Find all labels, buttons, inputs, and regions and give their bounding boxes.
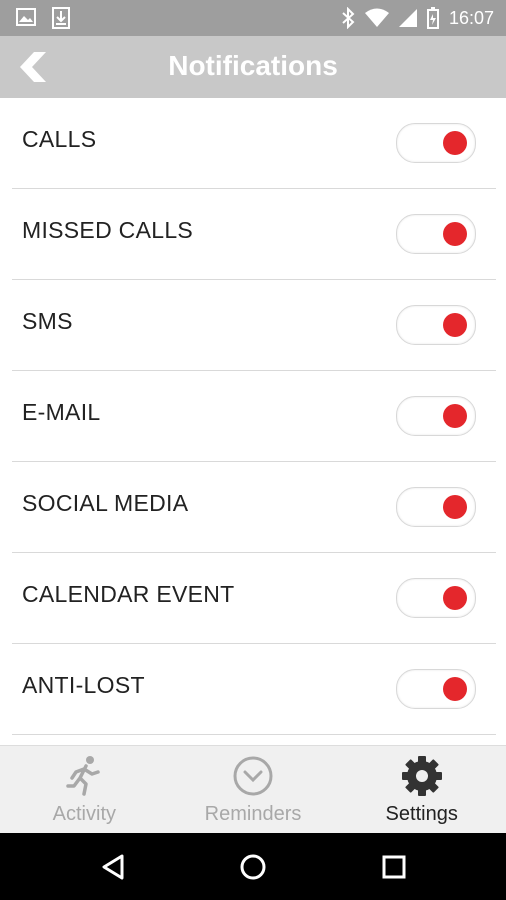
toggle-knob: [443, 495, 467, 519]
notification-list: CALLS MISSED CALLS SMS E-MAIL SOCIAL MED…: [0, 98, 506, 735]
sms-toggle[interactable]: [396, 305, 476, 345]
toggle-knob: [443, 586, 467, 610]
list-item-label: ANTI-LOST: [22, 672, 145, 698]
square-recents-icon: [382, 855, 406, 879]
list-item-sms: SMS: [0, 280, 506, 371]
toggle-knob: [443, 677, 467, 701]
toggle-knob: [443, 313, 467, 337]
tab-label: Settings: [385, 803, 458, 825]
tab-reminders[interactable]: Reminders: [169, 746, 338, 834]
wifi-icon: [364, 8, 389, 27]
tab-label: Reminders: [204, 803, 302, 825]
list-item-label: MISSED CALLS: [22, 217, 194, 243]
list-item-label: CALENDAR EVENT: [22, 581, 235, 607]
list-item-anti-lost: ANTI-LOST: [0, 644, 506, 735]
list-item-label: E-MAIL: [22, 399, 101, 425]
divider: [12, 734, 496, 735]
runner-icon: [66, 756, 101, 796]
signal-icon: [398, 9, 417, 27]
list-item-label: SOCIAL MEDIA: [22, 490, 189, 516]
list-item-calendar-event: CALENDAR EVENT: [0, 553, 506, 644]
battery-icon: [426, 7, 439, 29]
status-bar: 16:07: [0, 0, 506, 36]
page-title: Notifications: [168, 50, 338, 81]
missed-calls-toggle[interactable]: [396, 214, 476, 254]
list-item-missed-calls: MISSED CALLS: [0, 189, 506, 280]
nav-home-button[interactable]: [239, 853, 267, 881]
status-time: 16:07: [448, 7, 494, 28]
list-item-email: E-MAIL: [0, 371, 506, 462]
list-item-label: SMS: [22, 308, 73, 334]
toggle-knob: [443, 404, 467, 428]
clock-icon: [233, 756, 273, 796]
tab-activity[interactable]: Activity: [0, 746, 169, 834]
gear-icon: [401, 756, 442, 796]
calls-toggle[interactable]: [396, 123, 476, 163]
tab-settings[interactable]: Settings: [337, 746, 506, 834]
nav-back-button[interactable]: [100, 853, 128, 881]
system-nav-bar: [0, 833, 506, 900]
email-toggle[interactable]: [396, 396, 476, 436]
list-item-label: CALLS: [22, 126, 97, 152]
social-media-toggle[interactable]: [396, 487, 476, 527]
app-bar: Notifications: [0, 36, 506, 98]
image-icon: [16, 8, 36, 26]
calendar-event-toggle[interactable]: [396, 578, 476, 618]
toggle-knob: [443, 222, 467, 246]
toggle-knob: [443, 131, 467, 155]
bluetooth-icon: [342, 7, 355, 29]
circle-home-icon: [240, 854, 266, 880]
nav-recents-button[interactable]: [380, 853, 408, 881]
list-item-calls: CALLS: [0, 98, 506, 189]
list-item-social-media: SOCIAL MEDIA: [0, 462, 506, 553]
bottom-tab-bar: Activity Reminders Settings: [0, 745, 506, 834]
anti-lost-toggle[interactable]: [396, 669, 476, 709]
triangle-back-icon: [102, 854, 124, 880]
tab-label: Activity: [52, 803, 116, 825]
download-icon: [52, 7, 70, 29]
